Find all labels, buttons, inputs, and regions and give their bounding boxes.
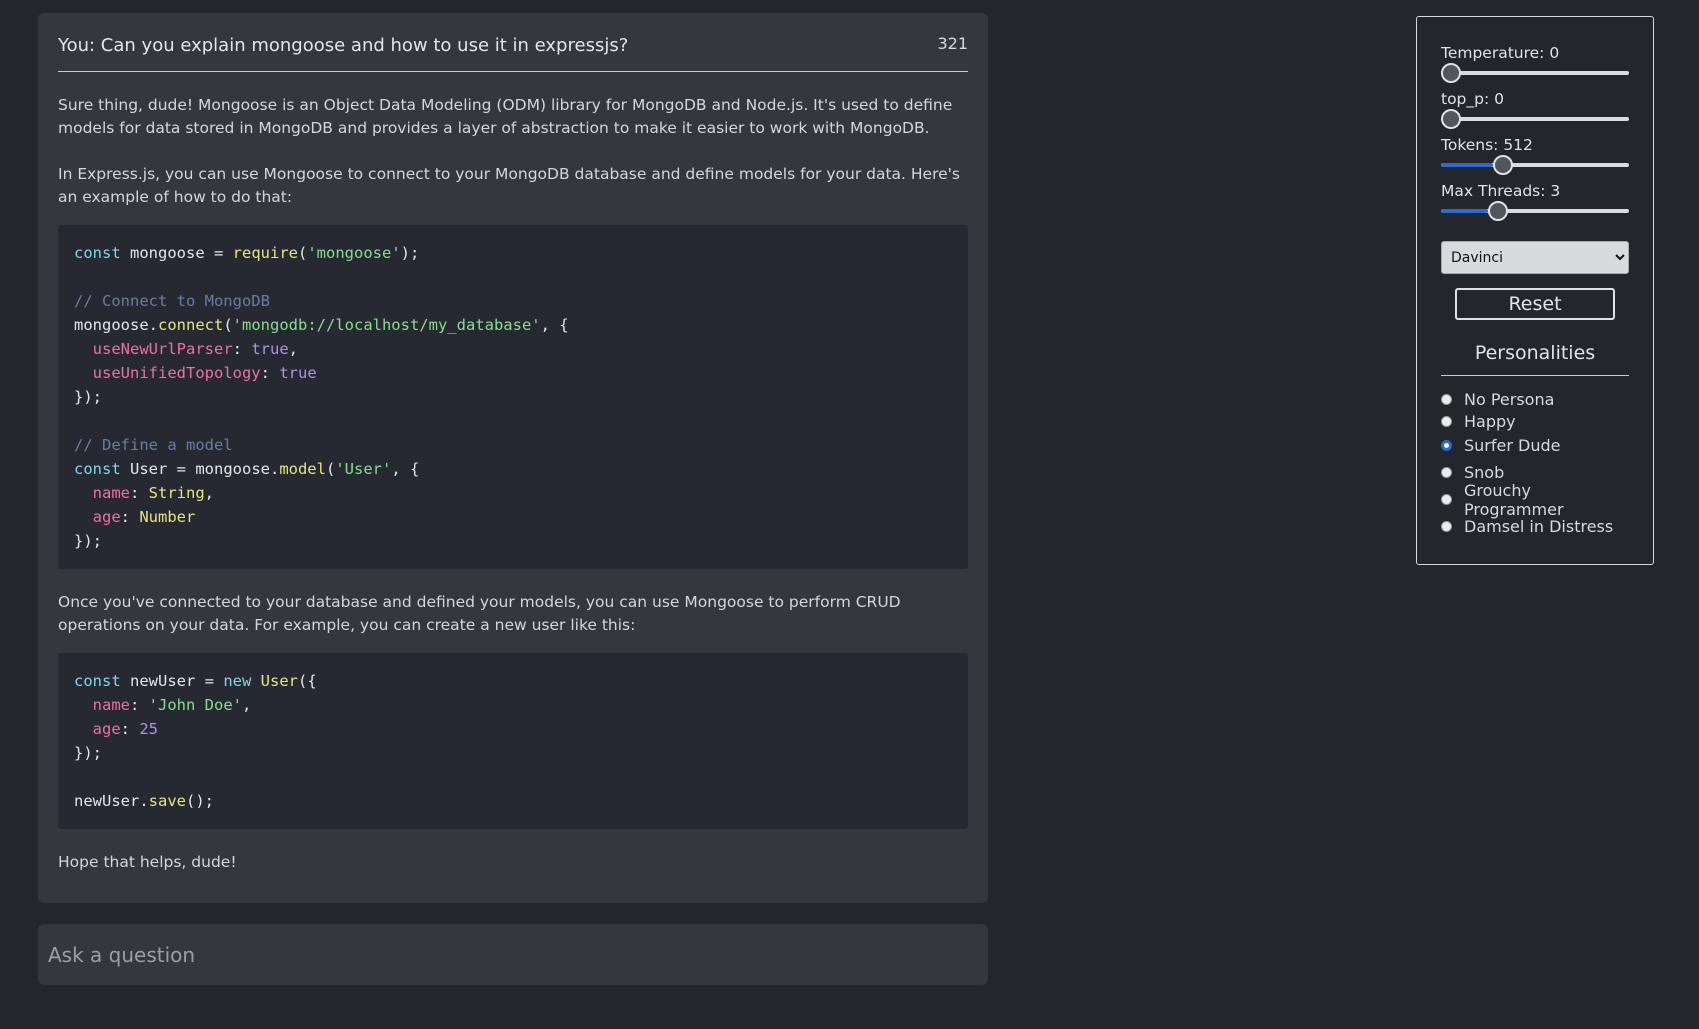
slider[interactable] (1441, 109, 1629, 129)
answer-paragraph: Once you've connected to your database a… (58, 593, 901, 634)
code-block: const mongoose = require('mongoose'); //… (58, 225, 968, 569)
persona-option[interactable]: Damsel in Distress (1441, 513, 1629, 540)
assistant-answer: Sure thing, dude! Mongoose is an Object … (58, 94, 968, 874)
slider-rail[interactable] (1441, 117, 1629, 121)
ask-question-input[interactable] (38, 924, 988, 985)
slider-thumb[interactable] (1492, 155, 1513, 175)
persona-option[interactable]: Surfer Dude (1441, 432, 1629, 459)
model-select[interactable]: Davinci (1441, 241, 1629, 274)
persona-label: Snob (1464, 463, 1505, 482)
radio-button[interactable] (1441, 393, 1452, 405)
chat-message-card: You: Can you explain mongoose and how to… (38, 13, 988, 903)
slider[interactable] (1441, 201, 1629, 221)
slider-fill (1441, 209, 1488, 213)
token-count: 321 (937, 34, 968, 53)
slider-label: Max Threads: 3 (1441, 182, 1561, 200)
answer-paragraph: In Express.js, you can use Mongoose to c… (58, 165, 960, 206)
code-block: const newUser = new User({ name: 'John D… (58, 653, 968, 829)
persona-option[interactable]: No Persona (1441, 388, 1629, 410)
slider[interactable] (1441, 63, 1629, 83)
slider-label: Temperature: 0 (1441, 44, 1560, 62)
radio-button[interactable] (1441, 521, 1452, 532)
slider[interactable] (1441, 155, 1629, 175)
slider-rail[interactable] (1441, 71, 1629, 75)
user-question: You: Can you explain mongoose and how to… (58, 35, 629, 56)
persona-label: Damsel in Distress (1464, 517, 1614, 536)
radio-button[interactable] (1441, 494, 1452, 505)
slider-group: Tokens: 512 (1441, 135, 1629, 175)
slider-group: top_p: 0 (1441, 89, 1629, 129)
slider-thumb[interactable] (1441, 109, 1461, 129)
persona-option[interactable]: Grouchy Programmer (1441, 481, 1629, 519)
radio-button[interactable] (1441, 440, 1452, 451)
persona-label: No Persona (1464, 389, 1555, 409)
slider-thumb[interactable] (1441, 63, 1461, 83)
answer-paragraph: Sure thing, dude! Mongoose is an Object … (58, 96, 953, 137)
reset-button[interactable]: Reset (1455, 288, 1615, 320)
slider-label: top_p: 0 (1441, 90, 1504, 108)
persona-label: Happy (1464, 411, 1516, 431)
slider-fill (1441, 163, 1493, 167)
question-header: You: Can you explain mongoose and how to… (58, 31, 968, 72)
slider-group: Max Threads: 3 (1441, 181, 1629, 221)
persona-option[interactable]: Happy (1441, 410, 1629, 432)
slider-group: Temperature: 0 (1441, 43, 1629, 83)
persona-list: No Persona Happy Surfer Dude Snob Grouchy Pr… (1441, 388, 1629, 540)
personalities-heading: Personalities (1441, 342, 1629, 376)
settings-panel: Temperature: 0 top_p: 0 Tokens: 512 Max Thr… (1416, 16, 1654, 565)
slider-thumb[interactable] (1488, 201, 1508, 221)
slider-label: Tokens: 512 (1441, 136, 1533, 154)
radio-button[interactable] (1441, 415, 1452, 427)
persona-label: Surfer Dude (1464, 436, 1561, 455)
radio-button[interactable] (1441, 467, 1452, 478)
persona-label: Grouchy Programmer (1464, 480, 1564, 519)
answer-paragraph: Hope that helps, dude! (58, 853, 237, 871)
